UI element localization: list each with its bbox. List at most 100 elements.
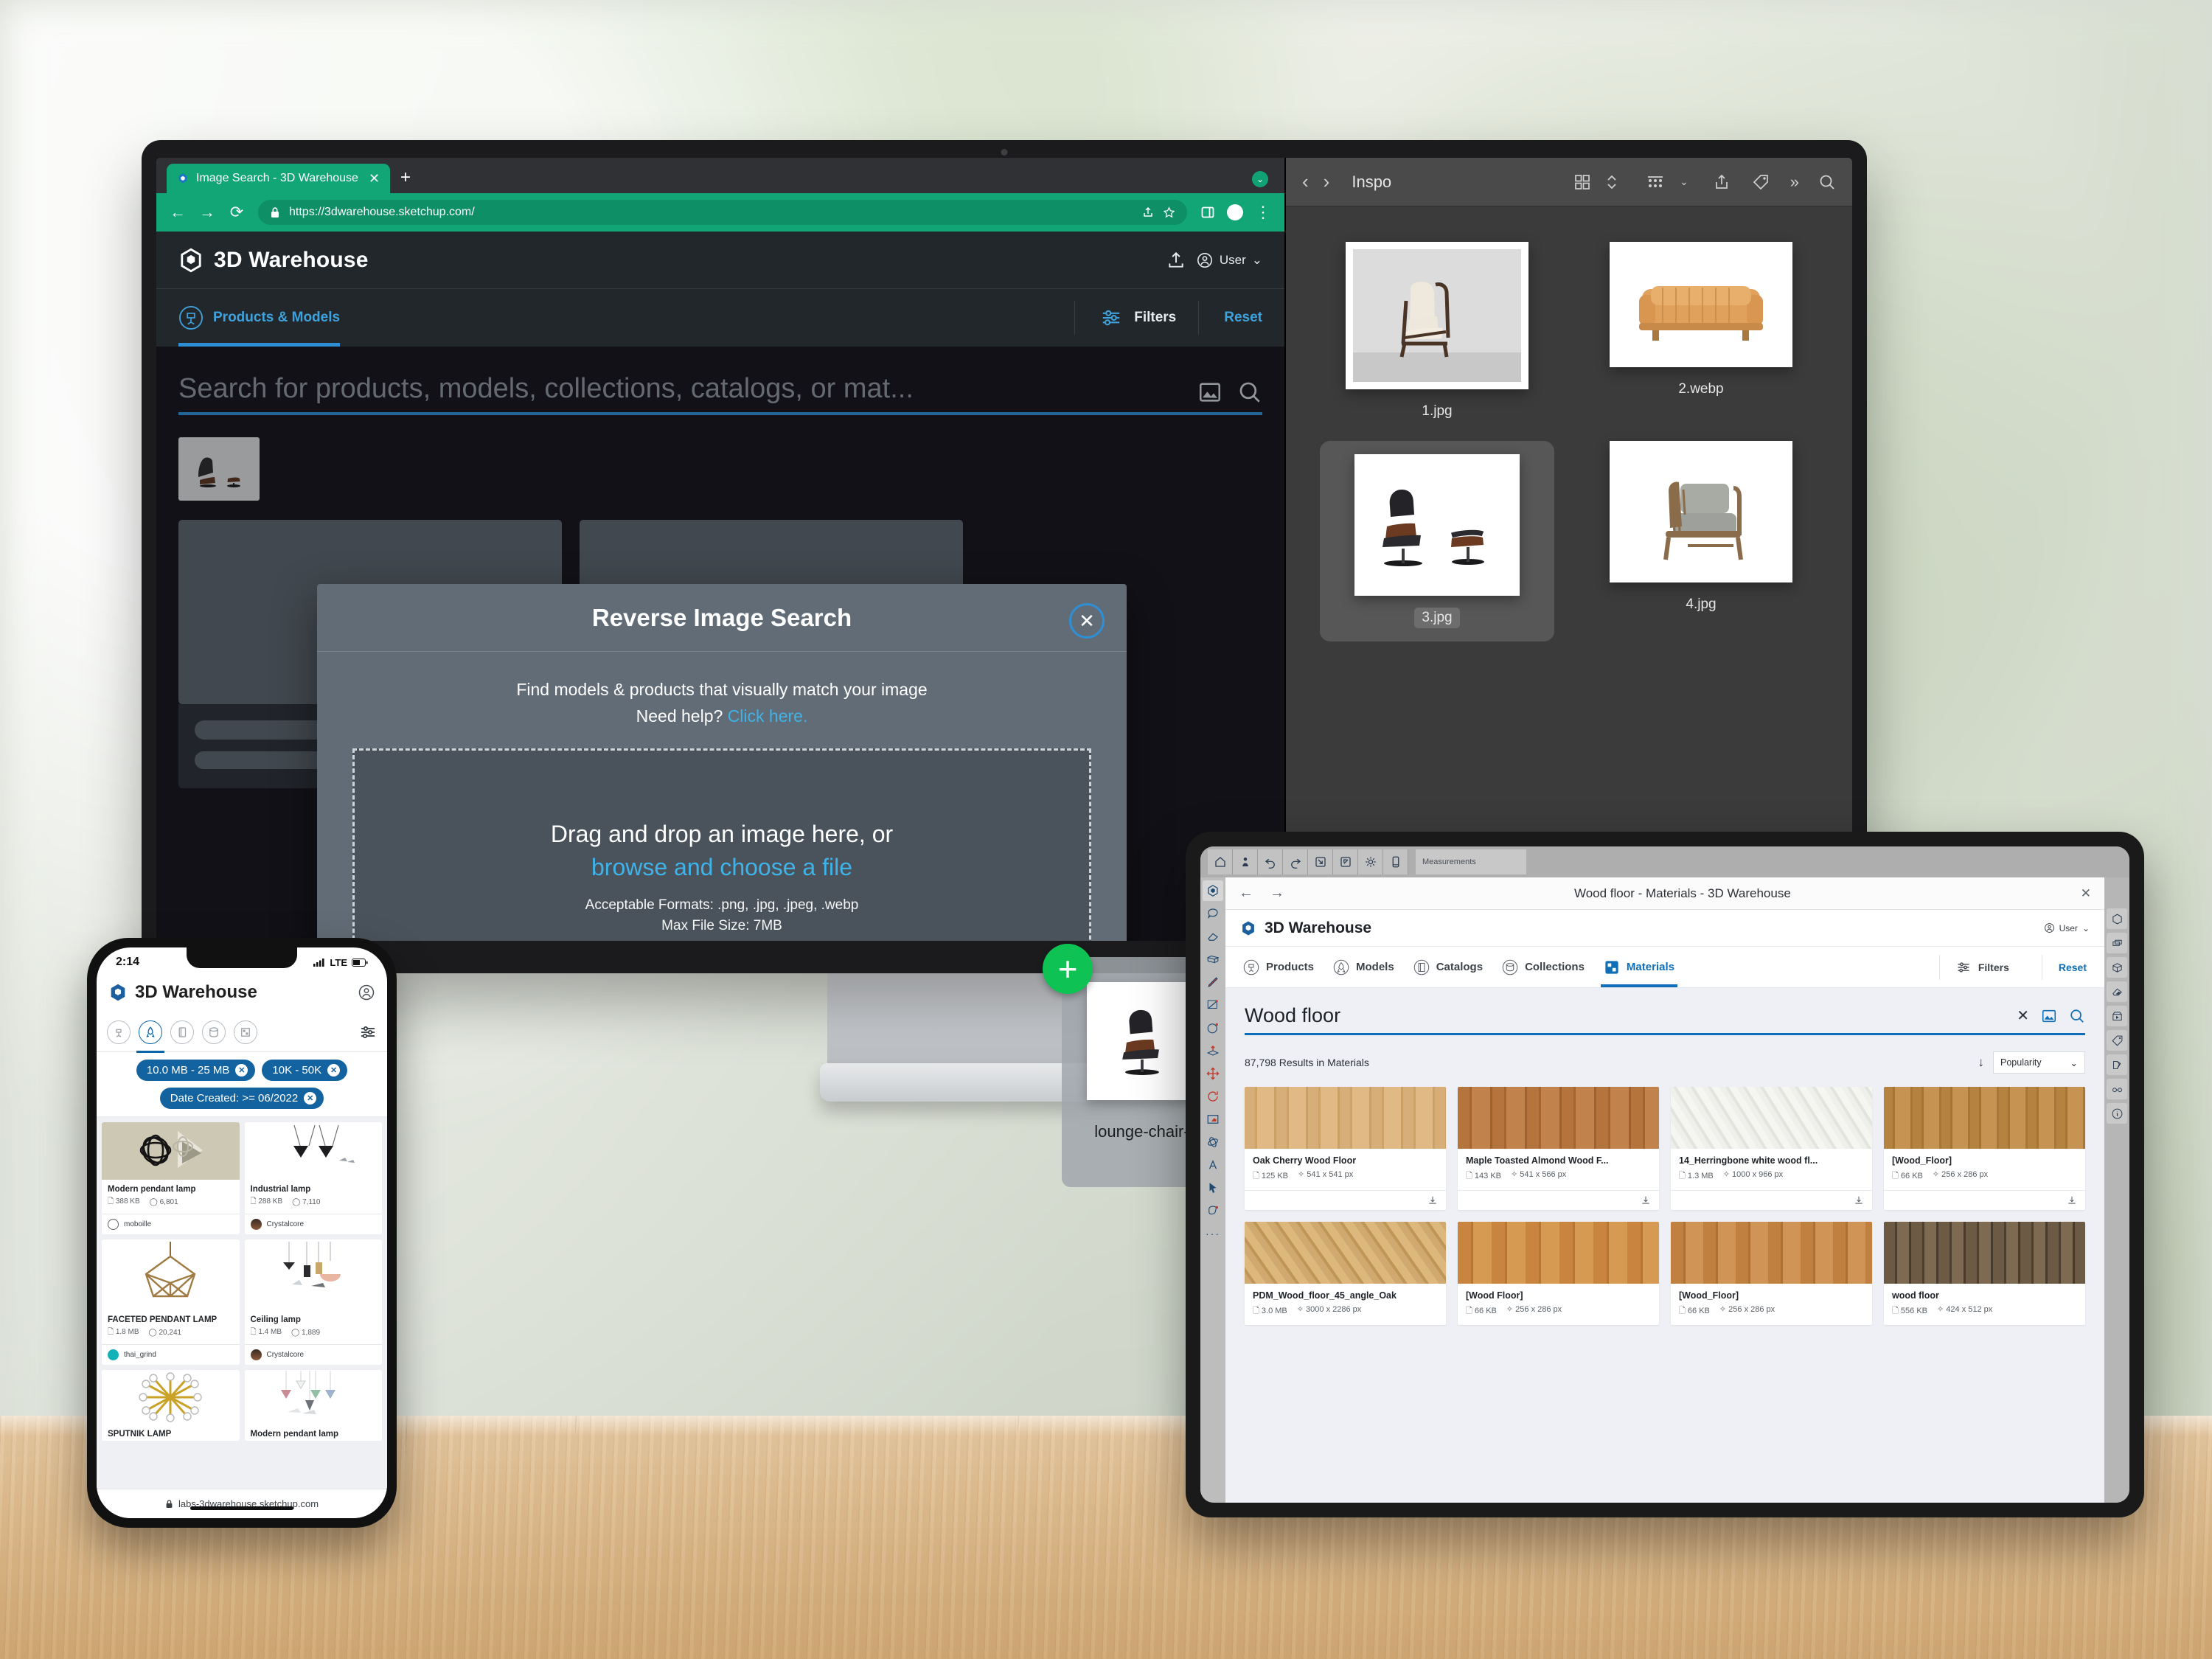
person-icon[interactable] (1233, 849, 1258, 874)
finder-forward-icon[interactable]: › (1324, 170, 1330, 193)
tab-products[interactable]: Products (1243, 947, 1314, 987)
sidepanel-icon[interactable] (1200, 205, 1215, 220)
phone-tab-collections[interactable] (202, 1020, 226, 1044)
address-bar[interactable]: https://3dwarehouse.sketchup.com/ (258, 200, 1187, 225)
group-view-icon[interactable] (1646, 173, 1665, 191)
download-icon[interactable] (1641, 1195, 1651, 1206)
share-icon[interactable] (1142, 206, 1154, 218)
user-menu[interactable]: User ⌄ (1196, 251, 1262, 269)
materials-search-input[interactable]: Wood floor (1245, 1004, 2005, 1027)
phone-account-icon[interactable] (358, 984, 375, 1001)
styles-panel-icon[interactable] (2107, 1054, 2127, 1075)
eraser-icon[interactable] (1203, 926, 1223, 947)
help-link[interactable]: Click here. (728, 706, 808, 726)
info-panel-icon[interactable] (2107, 1103, 2127, 1124)
chevron-down-icon[interactable]: ⌄ (1680, 175, 1688, 188)
tab-catalogs[interactable]: Catalogs (1413, 947, 1483, 987)
phone-tab-products[interactable] (107, 1020, 131, 1044)
modal-back-icon[interactable]: ← (1239, 885, 1253, 902)
more-tools-icon[interactable]: ··· (1203, 1223, 1223, 1244)
download-icon[interactable] (2067, 1195, 2077, 1206)
more-chevrons-icon[interactable]: » (1790, 173, 1799, 192)
tab-models[interactable]: Models (1333, 947, 1394, 987)
material-card[interactable]: Oak Cherry Wood Floor 🗋 125 KB ✧ 541 x 5… (1245, 1087, 1446, 1210)
material-card[interactable]: Maple Toasted Almond Wood F... 🗋 143 KB … (1458, 1087, 1659, 1210)
outliner-icon[interactable] (2107, 957, 2127, 978)
tab-materials[interactable]: Materials (1600, 947, 1677, 987)
browser-menu-icon[interactable]: ⋮ (1255, 203, 1271, 222)
paint-bucket-icon[interactable] (1203, 1109, 1223, 1130)
freehand-icon[interactable] (1203, 995, 1223, 1015)
finder-item[interactable]: 1.jpg (1320, 242, 1554, 422)
modal-forward-icon[interactable]: → (1270, 885, 1284, 902)
glasses-view-icon[interactable] (2107, 1079, 2127, 1099)
finder-back-icon[interactable]: ‹ (1302, 170, 1309, 193)
reset-button[interactable]: Reset (1198, 301, 1262, 335)
pointer-icon[interactable] (1203, 1178, 1223, 1198)
phone-tab-models[interactable] (136, 1020, 164, 1053)
sort-direction-icon[interactable]: ↓ (1978, 1055, 1985, 1070)
finder-item[interactable]: 4.jpg (1584, 441, 1818, 641)
rotate-icon[interactable] (1203, 1086, 1223, 1107)
tab-collections[interactable]: Collections (1502, 947, 1585, 987)
product-card[interactable]: Industrial lamp 🗋 288 KB ◯ 7,110 Crystal… (244, 1122, 382, 1234)
grid-view-icon[interactable] (1573, 173, 1591, 191)
file-dropzone[interactable]: Drag and drop an image here, or browse a… (352, 748, 1091, 941)
sort-updown-icon[interactable] (1606, 173, 1618, 191)
settings-gear-icon[interactable] (1358, 849, 1383, 874)
phone-tab-catalogs[interactable] (170, 1020, 194, 1044)
material-card[interactable]: PDM_Wood_floor_45_angle_Oak 🗋 3.0 MB ✧ 3… (1245, 1222, 1446, 1325)
measurements-field[interactable]: Measurements (1416, 849, 1526, 874)
browse-file-link[interactable]: browse and choose a file (591, 854, 852, 881)
material-card[interactable]: [Wood_Floor] 🗋 66 KB ✧ 256 x 286 px (1671, 1222, 1872, 1325)
components-panel-icon[interactable] (2107, 908, 2127, 929)
finder-search-icon[interactable] (1818, 173, 1836, 191)
select-object-icon[interactable] (1203, 1200, 1223, 1221)
tab-close-icon[interactable]: ✕ (369, 171, 380, 187)
material-card[interactable]: 14_Herringbone white wood fl... 🗋 1.3 MB… (1671, 1087, 1872, 1210)
tags-panel-icon[interactable] (2107, 1030, 2127, 1051)
bookmark-star-icon[interactable] (1163, 206, 1175, 219)
finder-share-icon[interactable] (1714, 173, 1730, 191)
filter-chip[interactable]: 10K - 50K ✕ (262, 1060, 348, 1081)
sort-select[interactable]: Popularity ⌄ (1993, 1051, 2085, 1074)
warehouse-tool-icon[interactable] (1203, 880, 1223, 901)
modal-close-icon[interactable]: ✕ (2081, 886, 2091, 901)
tablet-user-menu[interactable]: User ⌄ (2044, 922, 2090, 933)
avatar[interactable] (1227, 204, 1243, 220)
filter-chip[interactable]: Date Created: >= 06/2022 ✕ (159, 1088, 324, 1109)
product-author[interactable]: Crystalcore (244, 1344, 382, 1365)
browser-tab-active[interactable]: Image Search - 3D Warehouse ✕ (167, 164, 391, 193)
layers-panel-icon[interactable] (2107, 933, 2127, 953)
filter-chip-remove-icon[interactable]: ✕ (235, 1064, 248, 1077)
redo-icon[interactable] (1283, 849, 1308, 874)
text-tool-icon[interactable] (1203, 1155, 1223, 1175)
reload-icon[interactable]: ⟳ (229, 203, 245, 222)
select-lasso-icon[interactable] (1203, 903, 1223, 924)
product-author[interactable]: Crystalcore (244, 1214, 382, 1234)
product-card[interactable]: Modern pendant lamp 🗋 388 KB ◯ 6,801 mob… (102, 1122, 240, 1234)
new-tab-button[interactable]: + (400, 167, 411, 188)
tablet-reset-button[interactable]: Reset (2041, 954, 2087, 980)
materials-panel-icon[interactable] (2107, 981, 2127, 1002)
search-submit-icon[interactable] (2069, 1008, 2085, 1024)
tab-products-and-models[interactable]: Products & Models (178, 289, 341, 347)
device-icon[interactable] (1383, 849, 1408, 874)
phone-filters-icon[interactable] (359, 1023, 377, 1041)
clear-search-icon[interactable]: ✕ (2017, 1006, 2029, 1025)
rectangle-icon[interactable] (1203, 949, 1223, 970)
tablet-filters-button[interactable]: Filters (1938, 954, 2009, 980)
download-icon[interactable] (1427, 1195, 1438, 1206)
forward-icon[interactable]: → (199, 203, 215, 222)
scenes-panel-icon[interactable] (2107, 1006, 2127, 1026)
phone-tab-materials[interactable] (234, 1020, 257, 1044)
material-card[interactable]: [Wood Floor] 🗋 66 KB ✧ 256 x 286 px (1458, 1222, 1659, 1325)
download-icon[interactable] (1854, 1195, 1864, 1206)
filter-chip-remove-icon[interactable]: ✕ (327, 1064, 341, 1077)
import-icon[interactable] (1308, 849, 1333, 874)
product-card[interactable]: FACETED PENDANT LAMP 🗋 1.8 MB ◯ 20,241 t… (102, 1239, 240, 1365)
undo-icon[interactable] (1258, 849, 1283, 874)
move-icon[interactable] (1203, 1063, 1223, 1084)
product-author[interactable]: moboille (102, 1214, 240, 1234)
filters-button[interactable]: Filters (1074, 301, 1176, 335)
